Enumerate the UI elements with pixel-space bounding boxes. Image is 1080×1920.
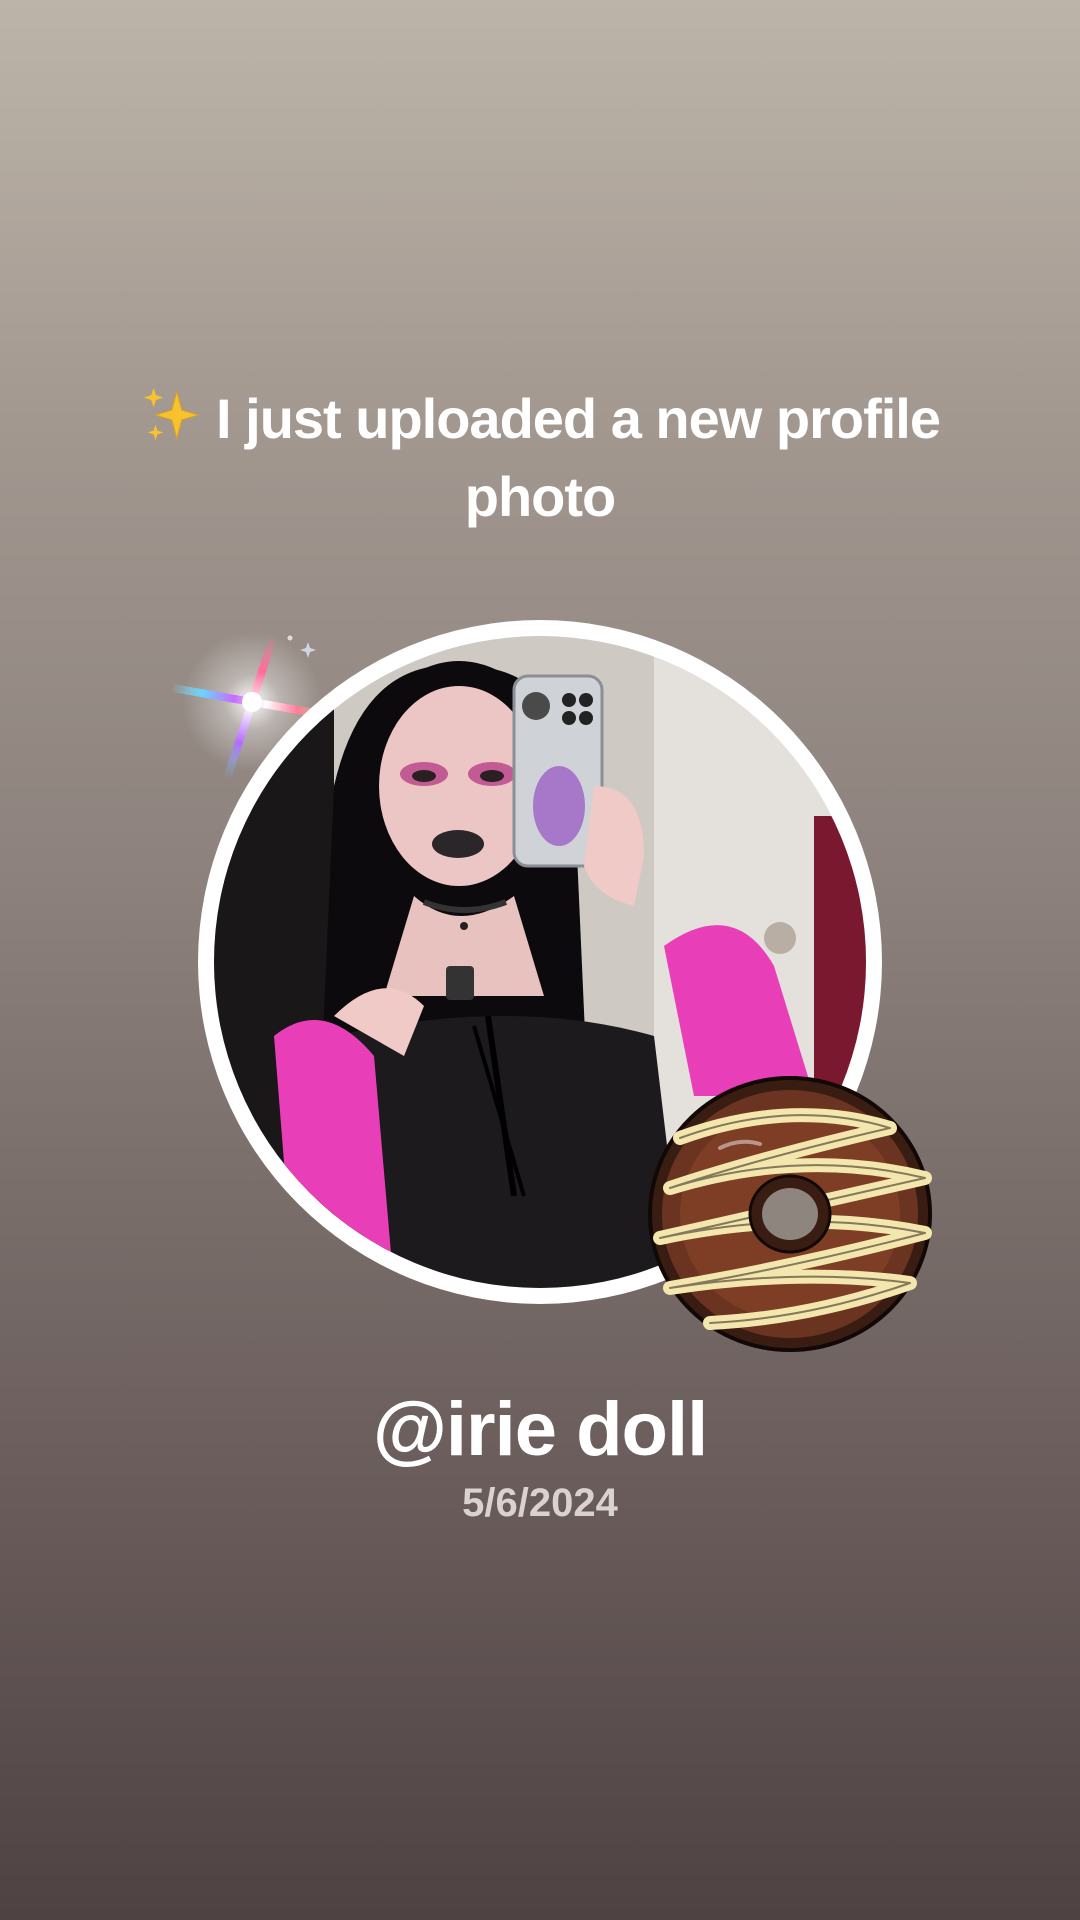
announcement-banner: I just uploaded a new profile photo — [140, 380, 941, 536]
upload-date: 5/6/2024 — [462, 1481, 618, 1525]
username: @irie doll — [372, 1387, 708, 1472]
sparkles-icon — [143, 387, 200, 441]
announcement-text: I just uploaded a new profile photo — [216, 387, 941, 528]
donut-icon — [648, 1076, 932, 1352]
